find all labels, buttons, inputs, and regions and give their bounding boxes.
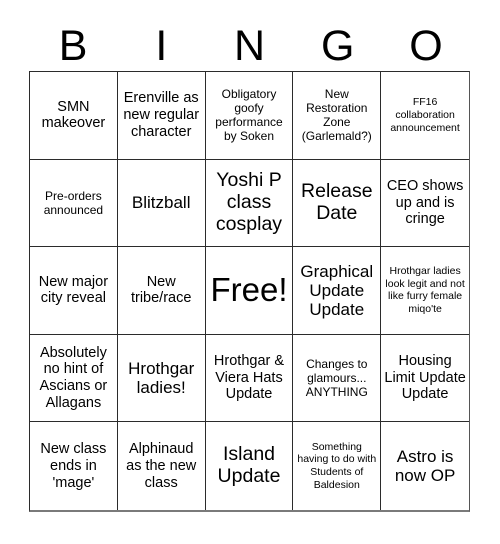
bingo-cell-b5[interactable]: New class ends in 'mage' <box>30 422 118 510</box>
bingo-cell-text: New Restoration Zone (Garlemald?) <box>301 86 372 144</box>
bingo-cell-b4[interactable]: Absolutely no hint of Ascians or Allagan… <box>30 334 118 423</box>
bingo-cell-o4[interactable]: Housing Limit Update Update <box>381 334 469 423</box>
bingo-free-space-label: Free! <box>210 271 288 309</box>
bingo-cell-text: Erenville as new regular character <box>123 90 200 140</box>
bingo-cell-text: Housing Limit Update Update <box>384 353 466 403</box>
bingo-cell-n5[interactable]: Island Update <box>205 422 294 510</box>
bingo-cell-text: New tribe/race <box>130 273 192 307</box>
bingo-cell-b3[interactable]: New major city reveal <box>30 247 118 335</box>
bingo-cell-text: FF16 collaboration announcement <box>390 96 460 134</box>
bingo-header-letter-n: N <box>233 22 266 70</box>
bingo-cell-g3[interactable]: Graphical Update Update <box>293 247 382 335</box>
bingo-cell-i2[interactable]: Blitzball <box>117 159 206 248</box>
bingo-cell-g1[interactable]: New Restoration Zone (Garlemald?) <box>293 72 382 160</box>
bingo-cell-g4[interactable]: Changes to glamours... ANYTHING <box>293 334 382 423</box>
bingo-cell-b1[interactable]: SMN makeover <box>30 72 118 160</box>
bingo-cell-i1[interactable]: Erenville as new regular character <box>117 72 206 160</box>
bingo-cell-text: Something having to do with Students of … <box>297 440 377 491</box>
bingo-cell-o2[interactable]: CEO shows up and is cringe <box>381 159 469 248</box>
bingo-header-row: B I N G O <box>29 14 470 69</box>
bingo-cell-text: Absolutely no hint of Ascians or Allagan… <box>39 344 108 411</box>
bingo-header-letter-o: O <box>409 22 443 70</box>
bingo-cell-text: SMN makeover <box>41 98 106 132</box>
bingo-cell-text: Alphinaud as the new class <box>126 441 197 491</box>
bingo-cell-n1[interactable]: Obligatory goofy performance by Soken <box>205 72 294 160</box>
bingo-cell-g2[interactable]: Release Date <box>293 159 382 248</box>
bingo-cell-text: Hrothgar ladies! <box>128 358 195 398</box>
bingo-cell-text: Release Date <box>301 180 373 224</box>
bingo-cell-i5[interactable]: Alphinaud as the new class <box>117 422 206 510</box>
bingo-cell-text: New class ends in 'mage' <box>40 441 107 491</box>
bingo-cell-i3[interactable]: New tribe/race <box>117 247 206 335</box>
bingo-cell-b2[interactable]: Pre-orders announced <box>30 159 118 248</box>
bingo-cell-free[interactable]: Free! <box>205 247 294 335</box>
bingo-cell-g5[interactable]: Something having to do with Students of … <box>293 422 382 510</box>
bingo-cell-text: Changes to glamours... ANYTHING <box>305 356 368 400</box>
bingo-cell-i4[interactable]: Hrothgar ladies! <box>117 334 206 423</box>
bingo-cell-text: Astro is now OP <box>394 446 456 486</box>
bingo-cell-text: CEO shows up and is cringe <box>386 177 464 228</box>
bingo-cell-n4[interactable]: Hrothgar & Viera Hats Update <box>205 334 294 423</box>
bingo-grid: SMN makeover Erenville as new regular ch… <box>29 71 470 512</box>
bingo-header-letter-i: I <box>155 22 168 70</box>
bingo-cell-o5[interactable]: Astro is now OP <box>381 422 469 510</box>
bingo-cell-text: New major city reveal <box>38 273 109 307</box>
bingo-cell-text: Obligatory goofy performance by Soken <box>215 86 283 144</box>
bingo-cell-text: Graphical Update Update <box>300 261 374 320</box>
bingo-header-letter-g: G <box>320 22 355 70</box>
bingo-cell-text: Pre-orders announced <box>43 188 104 217</box>
bingo-header-letter-b: B <box>58 22 88 70</box>
bingo-cell-n2[interactable]: Yoshi P class cosplay <box>205 159 294 248</box>
bingo-card: B I N G O SMN makeover Erenville as new … <box>0 0 500 544</box>
bingo-cell-text: Island Update <box>217 443 281 488</box>
bingo-cell-text: Hrothgar & Viera Hats Update <box>213 353 285 403</box>
bingo-cell-text: Blitzball <box>131 193 191 213</box>
bingo-cell-text: Yoshi P class cosplay <box>215 169 283 235</box>
bingo-cell-text: Hrothgar ladies look legit and not like … <box>385 264 465 316</box>
bingo-cell-o1[interactable]: FF16 collaboration announcement <box>381 72 469 160</box>
bingo-cell-o3[interactable]: Hrothgar ladies look legit and not like … <box>381 247 469 335</box>
